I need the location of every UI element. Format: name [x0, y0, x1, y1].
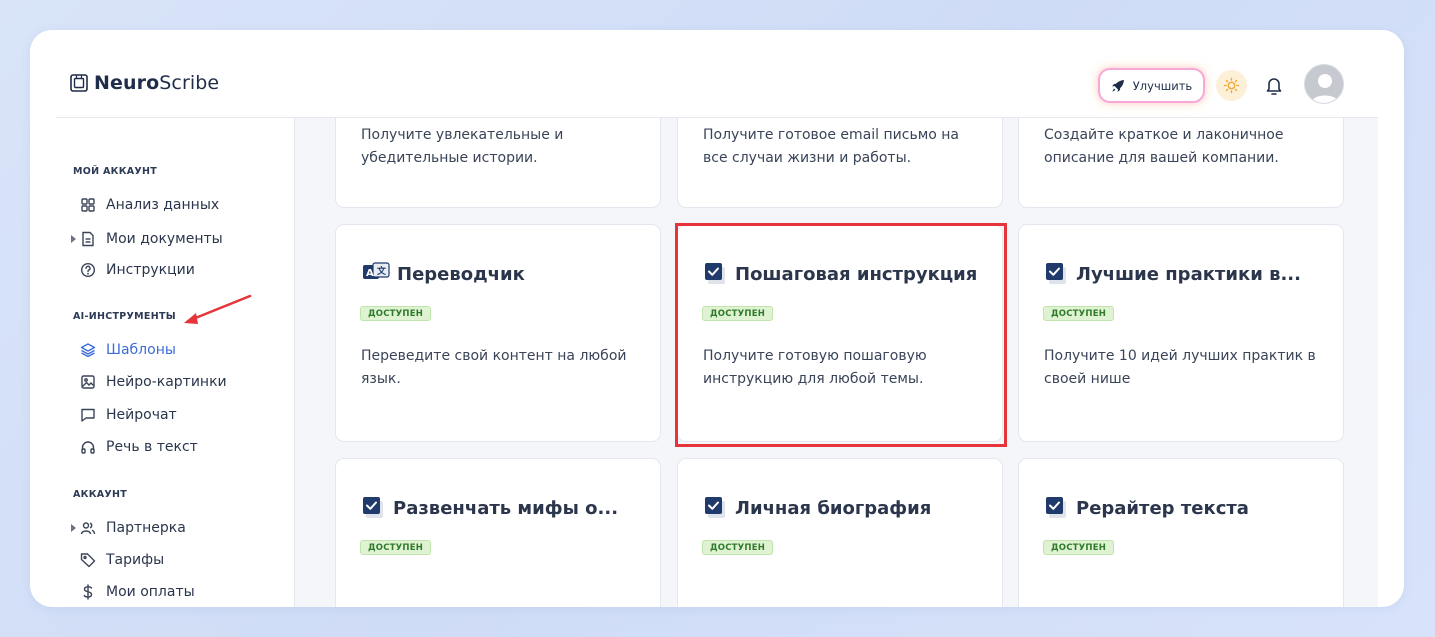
- templates-grid: Получите увлекательные и убедительные ис…: [295, 118, 1378, 607]
- card-title: Пошаговая инструкция: [703, 261, 977, 287]
- card-title: Развенчать мифы о...: [361, 495, 618, 521]
- sidebar-item-label: Тарифы: [106, 552, 165, 568]
- card-title: A 文 Переводчик: [361, 261, 525, 287]
- template-card-debunk-myths[interactable]: Развенчать мифы о... ДОСТУПЕН: [335, 458, 661, 607]
- template-card-step-by-step[interactable]: Пошаговая инструкция ДОСТУПЕН Получите г…: [677, 224, 1003, 442]
- rocket-icon: [1111, 79, 1124, 92]
- section-title-account: АККАУНТ: [73, 489, 128, 500]
- top-header: NeuroScribe Улучшить: [30, 30, 1404, 118]
- help-circle-icon: [80, 262, 96, 278]
- sidebar-item-label: Мои документы: [106, 231, 223, 247]
- annotation-arrow-icon: [184, 294, 252, 324]
- sidebar-item-data-analysis[interactable]: Анализ данных: [80, 194, 219, 216]
- dollar-icon: [83, 584, 93, 600]
- sidebar-item-neurochat[interactable]: Нейрочат: [80, 404, 177, 426]
- layers-icon: [80, 343, 96, 358]
- template-card-translator[interactable]: A 文 Переводчик ДОСТУПЕН Переведите свой …: [335, 224, 661, 442]
- image-icon: [81, 375, 95, 389]
- sidebar-item-partner[interactable]: Партнерка: [80, 517, 186, 539]
- status-badge: ДОСТУПЕН: [360, 540, 432, 555]
- card-title-text: Личная биография: [735, 497, 932, 519]
- sidebar-item-templates[interactable]: Шаблоны: [80, 339, 176, 361]
- svg-text:文: 文: [376, 265, 387, 277]
- card-description: Получите увлекательные и убедительные ис…: [361, 127, 564, 166]
- template-card-rewriter[interactable]: Рерайтер текста ДОСТУПЕН: [1018, 458, 1344, 607]
- status-badge: ДОСТУПЕН: [702, 306, 774, 321]
- theme-toggle-button[interactable]: [1216, 70, 1247, 101]
- document-icon: [82, 231, 94, 247]
- template-card[interactable]: Получите готовое email письмо на все слу…: [677, 118, 1003, 208]
- section-title-my-account: МОЙ АККАУНТ: [73, 166, 158, 177]
- sidebar-item-label: Нейро-картинки: [106, 374, 227, 390]
- upgrade-button[interactable]: Улучшить: [1100, 70, 1203, 101]
- checkbox-icon: [705, 263, 725, 284]
- status-badge: ДОСТУПЕН: [702, 540, 774, 555]
- card-description: Переведите свой контент на любой язык.: [361, 348, 627, 387]
- card-title-text: Пошаговая инструкция: [735, 263, 978, 285]
- app-window: NeuroScribe Улучшить МОЙ АККАУНТ Анализ …: [30, 30, 1404, 607]
- sidebar-item-label: Речь в текст: [106, 439, 198, 455]
- user-avatar-icon: [1305, 65, 1343, 103]
- avatar[interactable]: [1304, 64, 1344, 104]
- expand-caret-icon[interactable]: [71, 524, 76, 532]
- template-card-best-practices[interactable]: Лучшие практики в... ДОСТУПЕН Получите 1…: [1018, 224, 1344, 442]
- status-badge: ДОСТУПЕН: [1043, 306, 1115, 321]
- card-title: Рерайтер текста: [1044, 495, 1249, 521]
- sidebar-item-label: Партнерка: [106, 520, 186, 536]
- card-description: Получите 10 идей лучших практик в своей …: [1044, 348, 1316, 387]
- card-description: Получите готовое email письмо на все слу…: [703, 127, 960, 166]
- sidebar-item-my-documents[interactable]: Мои документы: [80, 228, 223, 250]
- sidebar-item-tariffs[interactable]: Тарифы: [80, 549, 164, 571]
- sidebar-item-label: Шаблоны: [106, 342, 176, 358]
- logo-icon: [70, 74, 88, 92]
- checkbox-icon: [1046, 263, 1066, 284]
- headphones-icon: [81, 441, 95, 454]
- tag-icon: [80, 553, 96, 568]
- sun-icon: [1223, 77, 1240, 94]
- users-icon: [80, 522, 96, 535]
- logo-text: NeuroScribe: [94, 72, 220, 94]
- sidebar: МОЙ АККАУНТ Анализ данных Мои документы …: [56, 118, 295, 607]
- checkbox-icon: [705, 497, 725, 518]
- template-card[interactable]: Создайте краткое и лаконичное описание д…: [1018, 118, 1344, 208]
- checkbox-icon: [363, 497, 383, 518]
- bell-icon: [1266, 78, 1282, 95]
- checkbox-icon: [1046, 497, 1066, 518]
- card-title-text: Развенчать мифы о...: [393, 497, 619, 519]
- sidebar-item-label: Мои оплаты: [106, 584, 195, 600]
- status-badge: ДОСТУПЕН: [1043, 540, 1115, 555]
- card-title: Лучшие практики в...: [1044, 261, 1301, 287]
- sidebar-item-label: Нейрочат: [106, 407, 177, 423]
- section-title-ai-tools: AI-ИНСТРУМЕНТЫ: [73, 311, 176, 322]
- status-badge: ДОСТУПЕН: [360, 306, 432, 321]
- notifications-button[interactable]: [1262, 73, 1286, 99]
- expand-caret-icon[interactable]: [71, 235, 76, 243]
- sidebar-item-label: Инструкции: [106, 262, 195, 278]
- sidebar-item-my-payments[interactable]: Мои оплаты: [80, 581, 195, 603]
- sidebar-item-speech-to-text[interactable]: Речь в текст: [80, 436, 198, 458]
- svg-text:A: A: [366, 268, 374, 279]
- sidebar-item-label: Анализ данных: [106, 197, 220, 213]
- logo[interactable]: NeuroScribe: [70, 72, 219, 94]
- template-card[interactable]: Получите увлекательные и убедительные ис…: [335, 118, 661, 208]
- card-title-text: Рерайтер текста: [1076, 497, 1249, 519]
- translate-icon: A 文: [363, 262, 390, 279]
- card-title-text: Переводчик: [397, 263, 525, 285]
- template-card-personal-bio[interactable]: Личная биография ДОСТУПЕН: [677, 458, 1003, 607]
- sidebar-item-neuro-images[interactable]: Нейро-картинки: [80, 371, 227, 393]
- chat-icon: [81, 408, 95, 422]
- card-title: Личная биография: [703, 495, 931, 521]
- sidebar-item-instructions[interactable]: Инструкции: [80, 259, 195, 281]
- card-title-text: Лучшие практики в...: [1076, 263, 1301, 285]
- upgrade-label: Улучшить: [1132, 78, 1193, 93]
- grid-icon: [81, 198, 95, 212]
- card-description: Создайте краткое и лаконичное описание д…: [1044, 127, 1284, 166]
- card-description: Получите готовую пошаговую инструкцию дл…: [703, 348, 927, 387]
